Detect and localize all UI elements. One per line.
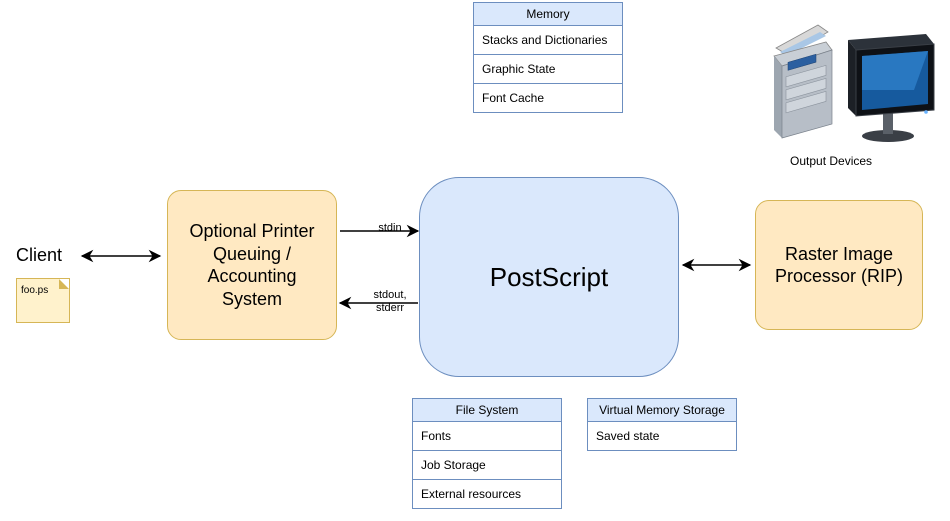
filesystem-table: File System Fonts Job Storage External r… <box>412 398 562 509</box>
queuing-text: Optional Printer Queuing / Accounting Sy… <box>168 220 336 310</box>
stdout-label: stdout, stderr <box>370 289 410 314</box>
vm-table: Virtual Memory Storage Saved state <box>587 398 737 451</box>
memory-title: Memory <box>474 3 622 26</box>
output-devices-label: Output Devices <box>790 154 872 168</box>
filesystem-row: Fonts <box>413 422 561 451</box>
stdin-label: stdin <box>370 222 410 235</box>
memory-row: Font Cache <box>474 84 622 112</box>
memory-row: Stacks and Dictionaries <box>474 26 622 55</box>
client-label: Client <box>16 245 62 266</box>
memory-row: Graphic State <box>474 55 622 84</box>
queuing-block: Optional Printer Queuing / Accounting Sy… <box>167 190 337 340</box>
filesystem-row: Job Storage <box>413 451 561 480</box>
vm-row: Saved state <box>588 422 736 450</box>
client-file-note: foo.ps <box>16 278 70 323</box>
filesystem-title: File System <box>413 399 561 422</box>
postscript-text: PostScript <box>490 261 609 294</box>
vm-title: Virtual Memory Storage <box>588 399 736 422</box>
rip-block: Raster Image Processor (RIP) <box>755 200 923 330</box>
filesystem-row: External resources <box>413 480 561 508</box>
postscript-block: PostScript <box>419 177 679 377</box>
monitor-icon <box>840 30 940 145</box>
client-file-name: foo.ps <box>21 285 48 296</box>
memory-table: Memory Stacks and Dictionaries Graphic S… <box>473 2 623 113</box>
printer-icon <box>768 20 836 145</box>
rip-text: Raster Image Processor (RIP) <box>756 243 922 288</box>
